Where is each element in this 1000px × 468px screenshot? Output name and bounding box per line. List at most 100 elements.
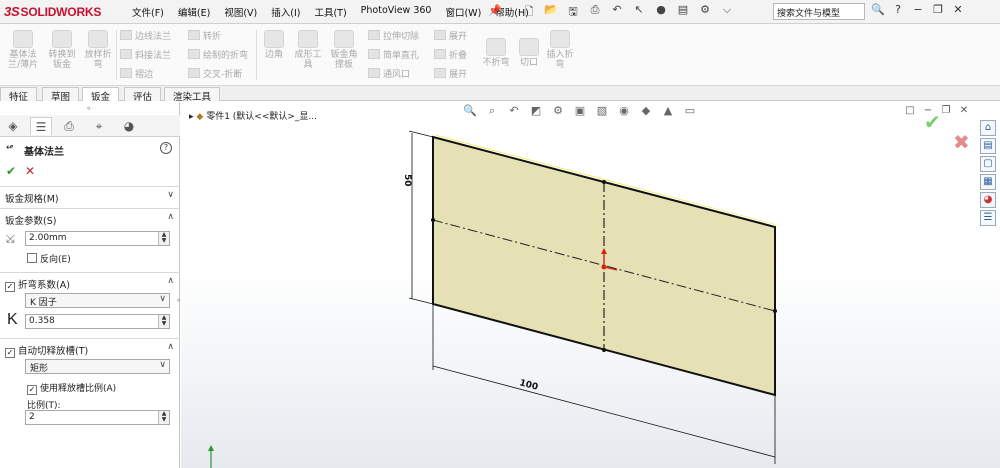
feature-manager-tab-icon[interactable]: ◈: [2, 117, 24, 135]
forming-tool-button[interactable]: 成形工 具: [290, 30, 326, 70]
tab-sketch[interactable]: 草图: [42, 87, 80, 103]
minimize-icon[interactable]: −: [908, 3, 928, 19]
property-manager: ∘ ◈ ☰ ⎙ ⌖ ◕ ↫ 基体法兰 ? ✔ ✕ 钣金规格(M) ∨ 钣金参数(…: [0, 102, 182, 468]
chevron-down-icon: ∨: [159, 294, 166, 304]
menu-photoview[interactable]: PhotoView 360: [361, 5, 432, 19]
flatten-button[interactable]: 展开: [434, 67, 467, 80]
ribbon-divider: [116, 30, 117, 80]
spin-arrows-icon[interactable]: ▲ ▼: [158, 315, 169, 328]
base-flange-button[interactable]: 基体法 兰/薄片: [4, 30, 42, 70]
cancel-button[interactable]: ✕: [25, 164, 35, 178]
menu-tools[interactable]: 工具(T): [314, 5, 346, 19]
reverse-checkbox[interactable]: 反向(E): [27, 252, 71, 265]
lofted-bend-button[interactable]: 放样折 弯: [80, 30, 116, 70]
hem-button[interactable]: 褶边: [120, 67, 153, 80]
tab-evaluate[interactable]: 评估: [124, 87, 162, 103]
tab-render-tools[interactable]: 渲染工具: [164, 87, 221, 103]
sketched-bend-button[interactable]: 绘制的折弯: [188, 48, 248, 61]
thickness-input[interactable]: 2.00mm ▲ ▼: [25, 231, 170, 246]
menu-bar: 文件(F) 编辑(E) 视图(V) 插入(I) 工具(T) PhotoView …: [132, 5, 543, 19]
checkbox-box[interactable]: ✓: [27, 385, 37, 395]
bend-type-select[interactable]: K 因子 ∨: [25, 293, 170, 308]
fold-button[interactable]: 折叠: [434, 48, 467, 61]
bend-allowance-checkbox[interactable]: ✓: [5, 282, 15, 292]
quick-access-toolbar: 🗋 📂 🖫 ⎙ ↶ ↖ ● ▤ ⚙ ⌵: [518, 3, 738, 19]
menu-window[interactable]: 窗口(W): [445, 5, 481, 19]
window-controls: 🔍 ? − ❐ ✕: [868, 3, 968, 19]
configuration-manager-tab-icon[interactable]: ⎙: [58, 117, 80, 135]
auto-relief-group[interactable]: ✓ 自动切释放槽(T) ∧: [0, 338, 180, 358]
edge-flange-button[interactable]: 边线法兰: [120, 29, 171, 42]
menu-edit[interactable]: 编辑(E): [178, 5, 210, 19]
save-icon[interactable]: 🖫: [562, 3, 584, 19]
menu-view[interactable]: 视图(V): [224, 5, 257, 19]
simple-hole-button[interactable]: 简单直孔: [368, 48, 419, 61]
origin-icon[interactable]: [601, 264, 607, 270]
property-manager-tab-icon[interactable]: ☰: [30, 117, 52, 135]
undo-icon[interactable]: ↶: [606, 3, 628, 19]
chevron-down-icon: ∨: [167, 190, 174, 200]
property-manager-title: 基体法兰: [24, 147, 64, 158]
graphics-area[interactable]: ▸ ◆ 零件1 (默认<<默认>_显... 🔍 ⌕ ↶ ◩ ⚙ ▣ ▧ ◉ ◆ …: [181, 102, 1000, 468]
pin-icon[interactable]: 📌: [488, 4, 502, 17]
relief-type-select[interactable]: 矩形 ∨: [25, 359, 170, 374]
close-icon[interactable]: ✕: [948, 3, 968, 19]
k-factor-input[interactable]: 0.358 ▲ ▼: [25, 314, 170, 329]
model-canvas[interactable]: 50 100: [181, 102, 1000, 468]
no-bends-button[interactable]: 不折弯: [478, 38, 514, 68]
help-icon[interactable]: ?: [888, 3, 908, 19]
restore-icon[interactable]: ❐: [928, 3, 948, 19]
auto-relief-checkbox[interactable]: ✓: [5, 348, 15, 358]
jog-button[interactable]: 转折: [188, 29, 221, 42]
search-icon[interactable]: 🔍: [868, 3, 888, 19]
panel-grip-icon[interactable]: ∘: [86, 104, 92, 114]
triad-arrow-icon: [208, 445, 214, 451]
command-tabs: 特征 草图 钣金 评估 渲染工具: [0, 86, 1000, 103]
rip-button[interactable]: 切口: [516, 38, 542, 68]
cross-break-button[interactable]: 交叉-折断: [188, 67, 242, 80]
ratio-value: 2: [29, 412, 35, 422]
centerline-endpoint: [431, 218, 435, 222]
search-input[interactable]: 搜索文件与模型: [773, 3, 865, 20]
help-button[interactable]: ?: [160, 142, 172, 154]
tab-sheet-metal[interactable]: 钣金: [82, 87, 120, 103]
unfold-button[interactable]: 展开: [434, 29, 467, 42]
checkbox-box[interactable]: [27, 253, 37, 263]
height-dimension-text[interactable]: 50: [402, 174, 412, 187]
sheet-gauges-group[interactable]: 钣金规格(M) ∨: [0, 186, 180, 206]
bend-allowance-group[interactable]: ✓ 折弯系数(A) ∧: [0, 272, 180, 292]
title-bar: 3SSOLIDWORKS 文件(F) 编辑(E) 视图(V) 插入(I) 工具(…: [0, 0, 1000, 24]
insert-bends-button[interactable]: 插入折 弯: [542, 30, 578, 70]
ratio-input[interactable]: 2 ▲ ▼: [25, 410, 170, 425]
options-icon[interactable]: ⚙: [694, 3, 716, 19]
sheet-metal-gusset-button[interactable]: 钣金角 撑板: [326, 30, 362, 70]
ok-button[interactable]: ✔: [6, 164, 16, 178]
menu-insert[interactable]: 插入(I): [271, 5, 300, 19]
dimension-extension-line: [408, 130, 434, 138]
bend-allowance-label: 折弯系数(A): [18, 280, 70, 291]
spin-arrows-icon[interactable]: ▲ ▼: [158, 411, 169, 424]
sheet-parameters-group[interactable]: 钣金参数(S) ∧: [0, 208, 180, 228]
open-icon[interactable]: 📂: [540, 3, 562, 19]
expand-icon[interactable]: ⌵: [716, 3, 738, 19]
vent-button[interactable]: 通风口: [368, 67, 410, 80]
width-dimension-text[interactable]: 100: [518, 378, 539, 393]
miter-flange-button[interactable]: 斜接法兰: [120, 48, 171, 61]
convert-to-sheet-button[interactable]: 转换到 钣金: [44, 30, 80, 70]
extruded-cut-button[interactable]: 拉伸切除: [368, 29, 419, 42]
tab-features[interactable]: 特征: [0, 87, 38, 103]
display-manager-tab-icon[interactable]: ◕: [118, 117, 140, 135]
corners-button[interactable]: 边角: [260, 30, 288, 60]
rebuild-icon[interactable]: ●: [650, 3, 672, 19]
print-icon[interactable]: ⎙: [584, 3, 606, 19]
dimxpert-tab-icon[interactable]: ⌖: [88, 117, 110, 135]
new-icon[interactable]: 🗋: [518, 3, 540, 19]
manager-tabs: ◈ ☰ ⎙ ⌖ ◕: [0, 115, 180, 137]
use-relief-ratio-checkbox[interactable]: ✓ 使用释放槽比例(A): [27, 381, 116, 395]
spin-arrows-icon[interactable]: ▲ ▼: [158, 232, 169, 245]
menu-file[interactable]: 文件(F): [132, 5, 164, 19]
centerline-endpoint: [773, 309, 777, 313]
file-properties-icon[interactable]: ▤: [672, 3, 694, 19]
chevron-down-icon: ∨: [159, 360, 166, 370]
select-icon[interactable]: ↖: [628, 3, 650, 19]
